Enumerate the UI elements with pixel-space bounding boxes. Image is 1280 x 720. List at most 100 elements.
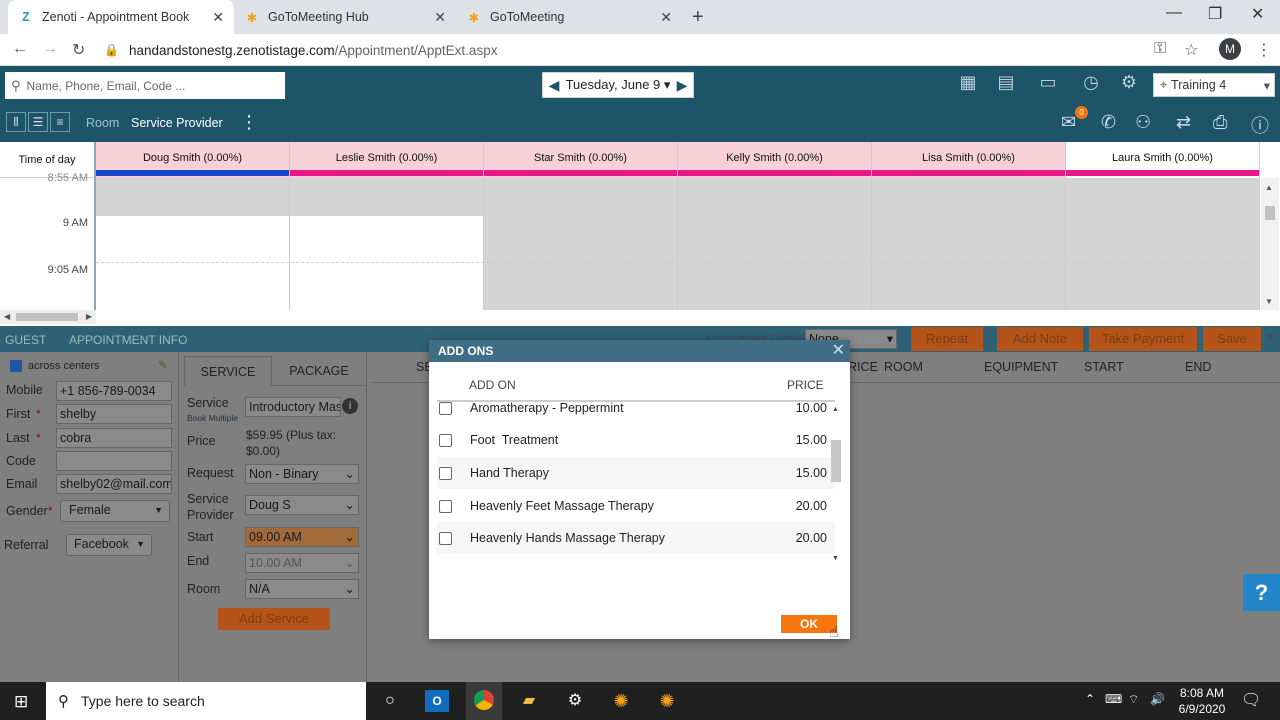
clock-icon[interactable]: ◷	[1077, 72, 1105, 100]
repeat-button[interactable]: Repeat	[911, 327, 983, 351]
url-field[interactable]: 🔒 handandstonestg.zenotistage.com/Appoin…	[104, 38, 1144, 62]
addon-row[interactable]: Heavenly Feet Massage Therapy 20.00	[437, 490, 835, 522]
task-view-icon[interactable]: ○	[378, 690, 402, 712]
provider-column-header[interactable]: Doug Smith (0.00%)	[96, 142, 290, 178]
view-room[interactable]: Room	[86, 116, 119, 130]
tab-guest[interactable]: GUEST	[5, 333, 46, 347]
ime-icon[interactable]: ⌨	[1105, 692, 1122, 706]
location-select[interactable]: ⌖ Training 4 ▾	[1153, 73, 1275, 97]
add-note-button[interactable]: Add Note	[997, 327, 1083, 351]
available-slot[interactable]	[290, 216, 483, 310]
view-service-provider[interactable]: Service Provider	[131, 116, 223, 130]
provider-schedule-column[interactable]	[678, 178, 872, 310]
close-icon[interactable]: ✕	[212, 9, 224, 26]
calendar-hscroll[interactable]: ◀ ▶	[0, 310, 96, 324]
addon-checkbox[interactable]	[439, 401, 452, 415]
provider-schedule-column[interactable]	[484, 178, 678, 310]
reload-icon[interactable]: ↻	[72, 40, 85, 60]
taskbar-clock[interactable]: 8:08 AM 6/9/2020	[1172, 685, 1232, 717]
across-centers-checkbox[interactable]	[10, 360, 22, 372]
columns-view-icon[interactable]: ⫴	[6, 112, 26, 132]
new-tab-icon[interactable]: +	[692, 6, 704, 29]
star-icon[interactable]: ☆	[1184, 40, 1198, 60]
outlook-icon[interactable]: O	[425, 690, 449, 712]
windows-start-icon[interactable]: ⊞	[14, 692, 28, 712]
end-select[interactable]: 10.00 AM ⌄	[245, 553, 359, 573]
start-select[interactable]: 09.00 AM ⌄	[245, 527, 359, 547]
users-icon[interactable]: ⚇	[1135, 112, 1151, 133]
close-icon[interactable]: ✕	[660, 9, 672, 26]
save-button[interactable]: Save	[1203, 327, 1261, 351]
notifications-icon[interactable]: 🗨	[1241, 690, 1261, 710]
tab-package[interactable]: PACKAGE	[272, 356, 366, 386]
tab-appointment-info[interactable]: APPOINTMENT INFO	[69, 333, 187, 347]
provider-schedule-column[interactable]	[872, 178, 1066, 310]
maximize-icon[interactable]: ❐	[1208, 4, 1222, 24]
calendar-vscroll[interactable]: ▲ ▼	[1261, 178, 1279, 310]
book-multiple-link[interactable]: Book Multiple	[187, 413, 238, 423]
request-select[interactable]: Non - Binary ⌄	[245, 464, 359, 484]
info-icon[interactable]: ⓘ	[1251, 112, 1269, 138]
more-options-icon[interactable]: ⋮	[240, 112, 258, 133]
network-icon[interactable]: ⌔	[1128, 692, 1139, 707]
next-day-icon[interactable]: ▶	[671, 73, 693, 97]
provider-schedule-column[interactable]	[96, 178, 290, 310]
tab-zenoti[interactable]: Z Zenoti - Appointment Book ✕	[8, 0, 234, 34]
mobile-field[interactable]: +1 856-789-0034	[56, 381, 172, 401]
code-field[interactable]	[56, 451, 172, 471]
room-select[interactable]: N/A ⌄	[245, 579, 359, 599]
gear-icon[interactable]: ⚙	[1115, 72, 1143, 100]
service-field[interactable]: Introductory Mas	[245, 397, 341, 417]
gotomeeting-icon[interactable]: ✺	[609, 690, 633, 712]
tab-gotomeeting[interactable]: ✱ GoToMeeting ✕	[456, 0, 682, 34]
email-field[interactable]: shelby02@mail.com	[56, 474, 172, 494]
addon-checkbox[interactable]	[439, 499, 452, 513]
cash-icon[interactable]: ▭	[1030, 72, 1066, 100]
add-service-button[interactable]: Add Service	[218, 608, 330, 630]
available-slot[interactable]	[96, 216, 289, 310]
addons-scrollbar[interactable]: ▲ ▼	[830, 402, 842, 562]
window-close-icon[interactable]: ✕	[1251, 4, 1264, 24]
volume-icon[interactable]: 🔊	[1150, 692, 1165, 706]
close-icon[interactable]: ✕	[1265, 330, 1275, 344]
close-icon[interactable]: ✕	[434, 9, 446, 26]
last-name-field[interactable]: cobra	[56, 428, 172, 448]
file-explorer-icon[interactable]: ▰	[517, 690, 541, 712]
detail-view-icon[interactable]: ≡	[50, 112, 70, 132]
calendar-add-icon[interactable]: ▦	[954, 72, 982, 100]
back-icon[interactable]: ←	[12, 40, 28, 58]
tab-service[interactable]: SERVICE	[184, 356, 272, 386]
profile-avatar[interactable]: M	[1219, 38, 1241, 60]
provider-column-header[interactable]: Lisa Smith (0.00%)	[872, 142, 1066, 178]
addon-row[interactable]: Aromatherapy - Peppermint 10.00	[437, 392, 835, 424]
forward-icon[interactable]: →	[42, 40, 58, 58]
gotomeeting-icon[interactable]: ✺	[655, 690, 679, 712]
first-name-field[interactable]: shelby	[56, 404, 172, 424]
taskbar-search[interactable]: ⚲ Type here to search	[46, 682, 366, 720]
addon-row[interactable]: Foot Treatment 15.00	[437, 424, 835, 456]
provider-select[interactable]: Doug S ⌄	[245, 495, 359, 515]
list-view-icon[interactable]: ☰	[28, 112, 48, 132]
chevron-up-icon[interactable]: ⌃	[1085, 692, 1095, 706]
referral-select[interactable]: Facebook ▼	[66, 534, 152, 556]
close-icon[interactable]: ✕	[832, 341, 845, 361]
print-icon[interactable]: ⎙	[1213, 112, 1227, 133]
chrome-taskbar-slot[interactable]	[466, 682, 502, 720]
menu-dots-icon[interactable]: ⋮	[1256, 40, 1272, 60]
prev-day-icon[interactable]: ◀	[543, 73, 565, 97]
help-button[interactable]: ?	[1243, 574, 1280, 611]
key-icon[interactable]: ⚿	[1154, 40, 1166, 58]
mail-icon[interactable]: ✉	[1061, 112, 1076, 133]
provider-column-header[interactable]: Kelly Smith (0.00%)	[678, 142, 872, 178]
info-icon[interactable]: i	[342, 398, 358, 414]
minimize-icon[interactable]: —	[1166, 4, 1182, 22]
take-payment-button[interactable]: Take Payment	[1089, 327, 1197, 351]
provider-column-header[interactable]: Star Smith (0.00%)	[484, 142, 678, 178]
provider-schedule-column[interactable]	[290, 178, 484, 310]
settings-icon[interactable]: ⚙	[563, 690, 587, 712]
addon-checkbox[interactable]	[439, 433, 452, 447]
current-date[interactable]: Tuesday, June 9 ▾	[566, 77, 671, 93]
edit-icon[interactable]: ✎	[158, 358, 168, 372]
addon-checkbox[interactable]	[439, 466, 452, 480]
addon-checkbox[interactable]	[439, 531, 452, 545]
